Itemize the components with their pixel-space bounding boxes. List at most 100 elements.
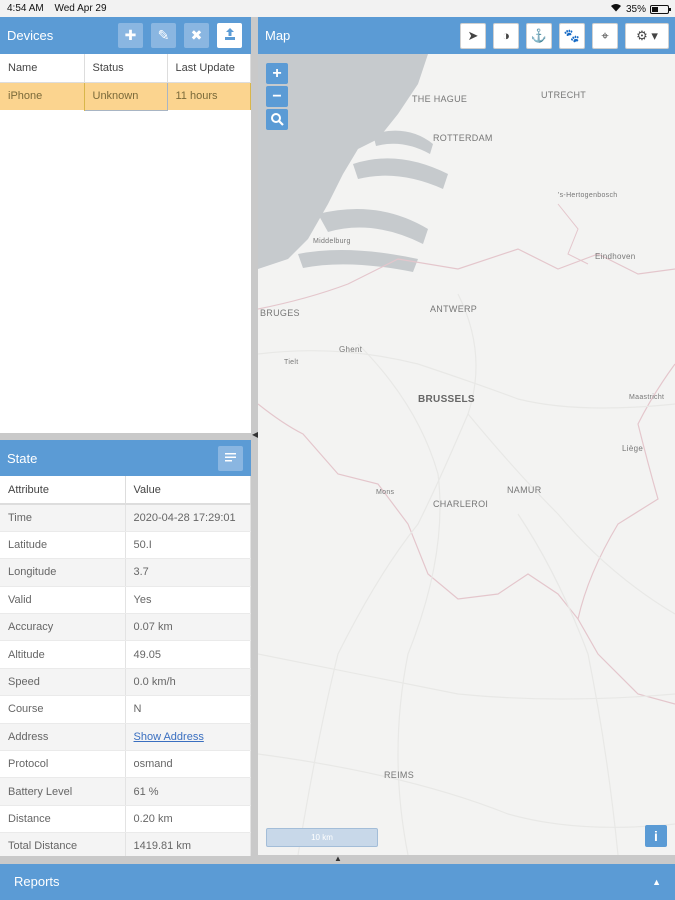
remove-device-button[interactable]: ✖ — [184, 23, 209, 48]
place-label: NAMUR — [507, 485, 542, 495]
edit-device-button[interactable]: ✎ — [151, 23, 176, 48]
place-label: ANTWERP — [430, 304, 478, 314]
value-cell: N — [125, 695, 251, 724]
value-cell: osmand — [125, 750, 251, 779]
place-label: UTRECHT — [541, 90, 587, 100]
device-last-update[interactable]: 11 hours — [167, 82, 251, 110]
column-status[interactable]: Status — [84, 54, 168, 83]
table-row[interactable]: Total Distance 1419.81 km — [0, 832, 251, 856]
reports-title: Reports — [14, 874, 60, 889]
status-bar: 4:54 AM Wed Apr 29 35% — [0, 0, 675, 17]
place-label: 's-Hertogenbosch — [558, 192, 618, 199]
geofence-button[interactable]: ⚓ — [526, 22, 552, 49]
table-row[interactable]: Protocol osmand — [0, 750, 251, 779]
value-cell: Yes — [125, 586, 251, 615]
device-status[interactable]: Unknown — [83, 81, 168, 111]
column-last-update[interactable]: Last Update — [167, 54, 251, 83]
value-cell: 3.7 — [125, 558, 251, 587]
zoom-out-button[interactable]: − — [266, 86, 288, 107]
collapse-up-icon[interactable]: ▲ — [334, 854, 342, 863]
attribute-cell: Time — [0, 504, 126, 532]
table-row[interactable]: Accuracy 0.07 km — [0, 613, 251, 642]
table-row[interactable]: Course N — [0, 695, 251, 724]
value-cell: 0.0 km/h — [125, 668, 251, 697]
table-row[interactable]: Time 2020-04-28 17:29:01 — [0, 504, 251, 532]
attribute-cell: Battery Level — [0, 777, 126, 806]
device-name[interactable]: iPhone — [0, 82, 85, 110]
status-time: 4:54 AM — [7, 3, 44, 14]
locate-button[interactable]: ⌖ — [592, 22, 618, 49]
column-name[interactable]: Name — [0, 54, 85, 83]
follow-button[interactable]: ➤ — [460, 22, 486, 49]
table-row[interactable]: Valid Yes — [0, 586, 251, 615]
devices-table: Name Status Last Update iPhone Unknown 1… — [0, 54, 251, 111]
value-cell: 49.05 — [125, 640, 251, 669]
place-label: BRUSSELS — [418, 394, 475, 405]
place-label: Tielt — [284, 359, 299, 366]
search-button[interactable] — [266, 109, 288, 130]
state-title: State — [7, 450, 38, 466]
devices-title: Devices — [7, 28, 54, 43]
attribution-info-button[interactable]: i — [645, 825, 667, 847]
place-label: Mons — [376, 489, 395, 496]
contrast-icon: ◑ — [502, 28, 510, 43]
attribute-cell: Speed — [0, 668, 126, 697]
state-panel: State Attribute Value Time 2020-04-28 17:… — [0, 440, 251, 856]
attribute-cell: Altitude — [0, 640, 126, 669]
value-cell: 0.07 km — [125, 613, 251, 642]
table-row[interactable]: Altitude 49.05 — [0, 640, 251, 669]
value-cell: 50.I — [125, 531, 251, 560]
attribute-cell: Longitude — [0, 558, 126, 587]
table-row[interactable]: Distance 0.20 km — [0, 805, 251, 834]
attribute-cell: Total Distance — [0, 832, 126, 856]
zoom-controls: + − — [266, 63, 288, 130]
attribute-cell: Course — [0, 695, 126, 724]
zoom-in-button[interactable]: + — [266, 63, 288, 84]
show-address-link[interactable]: Show Address — [134, 731, 204, 743]
value-cell: 1419.81 km — [125, 832, 251, 856]
state-table: Attribute Value Time 2020-04-28 17:29:01 … — [0, 476, 251, 856]
table-row[interactable]: Battery Level 61 % — [0, 777, 251, 806]
map-tiles — [258, 54, 675, 855]
devices-panel: Devices ✚ ✎ ✖ Name Status Last Update iP… — [0, 17, 251, 433]
place-label: Maastricht — [629, 394, 665, 401]
close-icon: ✖ — [190, 27, 203, 43]
add-device-button[interactable]: ✚ — [118, 23, 143, 48]
battery-icon — [650, 4, 671, 14]
table-row[interactable]: Address Show Address — [0, 723, 251, 752]
place-label: ROTTERDAM — [433, 133, 493, 143]
attribute-cell: Distance — [0, 805, 126, 834]
place-label: Liège — [622, 444, 644, 453]
table-row[interactable]: Longitude 3.7 — [0, 558, 251, 587]
vertical-splitter[interactable]: ◀ — [251, 17, 258, 855]
command-button[interactable] — [217, 23, 242, 48]
chevron-up-icon[interactable]: ▲ — [652, 864, 661, 900]
history-button[interactable]: 🐾 — [559, 22, 585, 49]
state-header: State — [0, 440, 251, 476]
attribute-cell: Protocol — [0, 750, 126, 779]
map-title: Map — [265, 28, 291, 43]
attribute-cell: Valid — [0, 586, 126, 615]
table-row[interactable]: Speed 0.0 km/h — [0, 668, 251, 697]
place-label: BRUGES — [260, 308, 300, 318]
table-row[interactable]: Latitude 50.I — [0, 531, 251, 560]
settings-menu-button[interactable]: ⚙ ▾ — [625, 22, 669, 49]
column-value[interactable]: Value — [125, 476, 251, 505]
layer-contrast-button[interactable]: ◑ — [493, 22, 519, 49]
devices-header: Devices ✚ ✎ ✖ — [0, 17, 251, 54]
crosshair-icon: ⌖ — [601, 27, 609, 43]
reports-panel[interactable]: Reports ▲ — [0, 864, 675, 900]
plus-icon: ✚ — [124, 27, 137, 43]
anchor-icon: ⚓ — [530, 27, 548, 43]
column-attribute[interactable]: Attribute — [0, 476, 126, 505]
table-row[interactable]: iPhone Unknown 11 hours — [0, 81, 251, 111]
search-icon — [271, 113, 284, 126]
horizontal-splitter[interactable]: ▲ — [258, 854, 675, 864]
paw-icon: 🐾 — [563, 27, 581, 43]
state-list-button[interactable] — [218, 445, 243, 471]
gear-icon: ⚙ ▾ — [636, 27, 658, 43]
map-canvas[interactable]: THE HAGUE UTRECHT ROTTERDAM 's-Hertogenb… — [258, 54, 675, 855]
value-cell: 61 % — [125, 777, 251, 806]
place-label: THE HAGUE — [412, 94, 468, 104]
place-label: Eindhoven — [595, 252, 636, 261]
